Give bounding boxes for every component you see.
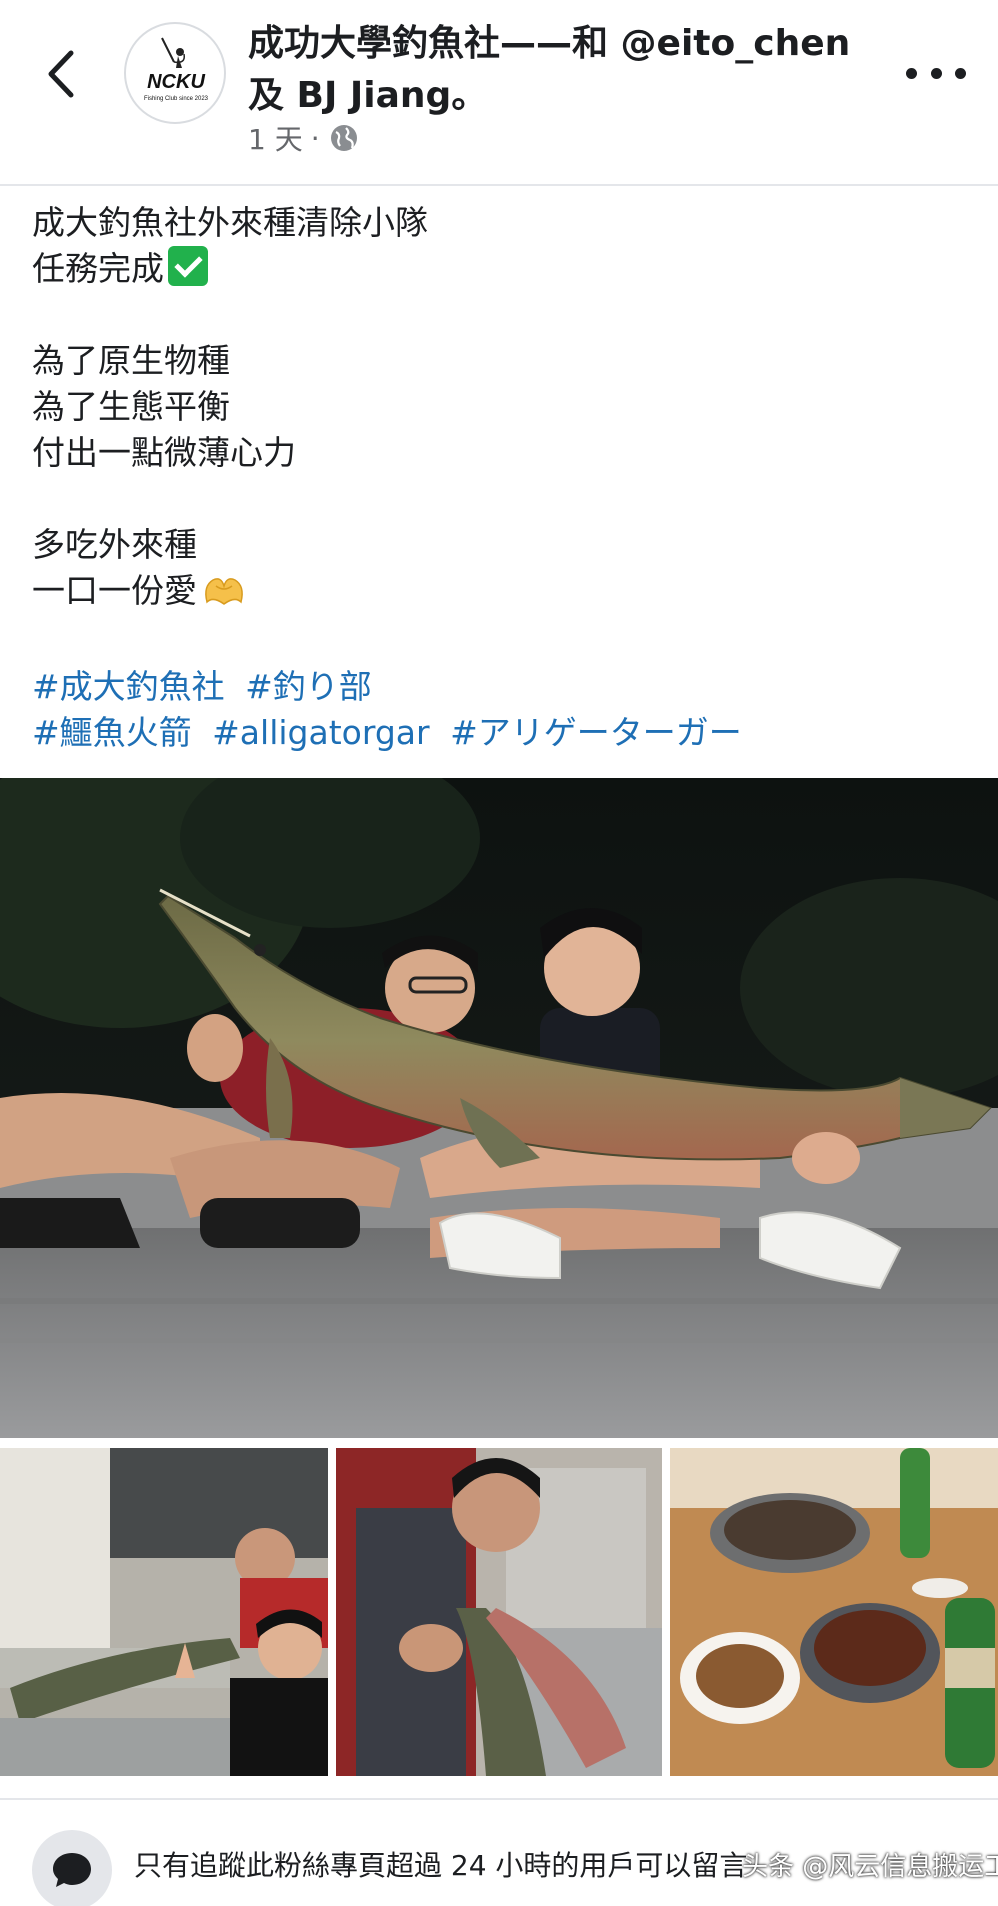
thumbnail-photo-2[interactable] (336, 1448, 662, 1776)
caption-line: 多吃外來種 (32, 525, 197, 564)
caption-line: 為了原生物種 (32, 341, 230, 380)
hashtag-link[interactable]: #成大釣魚社 (32, 667, 225, 706)
more-options-button[interactable] (906, 58, 966, 88)
ncku-logo: NCKU Fishing Club since 2023 (144, 37, 209, 102)
caption-line: 任務完成 (32, 249, 164, 288)
hashtag-link[interactable]: #アリゲーターガー (450, 713, 742, 752)
page-avatar[interactable]: NCKU Fishing Club since 2023 (124, 22, 226, 124)
hashtag-row: #成大釣魚社 #釣り部 (32, 664, 972, 710)
heart-hands-emoji-icon (205, 578, 243, 605)
comment-notice-text: 只有追蹤此粉絲專頁超過 24 小時的用戶可以留言 (134, 1849, 748, 1882)
globe-icon[interactable] (328, 122, 360, 154)
hashtags: #成大釣魚社 #釣り部 #鱷魚火箭 #alligatorgar #アリゲーターガ… (32, 664, 972, 756)
post-header: NCKU Fishing Club since 2023 成功大學釣魚社——和 … (0, 0, 998, 186)
post-time[interactable]: 1 天 (248, 118, 303, 158)
meta-separator: · (310, 121, 320, 155)
hashtag-link[interactable]: #釣り部 (245, 667, 372, 706)
caption-line-with-emoji: 一口一份愛 (32, 568, 972, 614)
avatar-logo-text: NCKU (147, 71, 205, 93)
check-mark-emoji-icon (168, 246, 208, 286)
alligator-gar-photo-image (0, 778, 998, 1438)
avatar-logo-subtext: Fishing Club since 2023 (144, 96, 209, 102)
fish-on-counter-image (0, 1448, 328, 1776)
watermark-text: 头条 @风云信息搬运工 (742, 1852, 998, 1882)
post-title[interactable]: 成功大學釣魚社——和 @eito_chen 及 BJ Jiang。 (248, 18, 888, 122)
bottom-divider (0, 1798, 998, 1800)
dinner-table-image (670, 1448, 998, 1776)
more-dots-icon (930, 67, 942, 79)
back-button[interactable] (38, 44, 82, 104)
post-caption: 成大釣魚社外來種清除小隊 任務完成 為了原生物種 為了生態平衡 付出一點微薄心力… (32, 200, 972, 614)
post-meta: 1 天 · (248, 118, 360, 158)
thumbnail-photo-3[interactable] (670, 1448, 998, 1776)
caption-line-with-emoji: 任務完成 (32, 246, 972, 292)
caption-line: 為了生態平衡 (32, 387, 230, 426)
hashtag-link[interactable]: #alligatorgar (212, 713, 429, 752)
cleaning-fish-image (336, 1448, 662, 1776)
caption-line: 成大釣魚社外來種清除小隊 (32, 203, 428, 242)
hashtag-row: #鱷魚火箭 #alligatorgar #アリゲーターガー (32, 710, 972, 756)
thumbnail-photo-1[interactable] (0, 1448, 328, 1776)
caption-line: 一口一份愛 (32, 571, 197, 610)
comment-icon-container (32, 1830, 112, 1906)
caption-line: 付出一點微薄心力 (32, 433, 296, 472)
more-dots-icon (906, 67, 917, 79)
main-photo[interactable] (0, 778, 998, 1438)
chevron-left-icon (48, 50, 74, 98)
hashtag-link[interactable]: #鱷魚火箭 (32, 713, 192, 752)
more-dots-icon (955, 67, 966, 79)
comment-bubble-icon (53, 1853, 91, 1887)
